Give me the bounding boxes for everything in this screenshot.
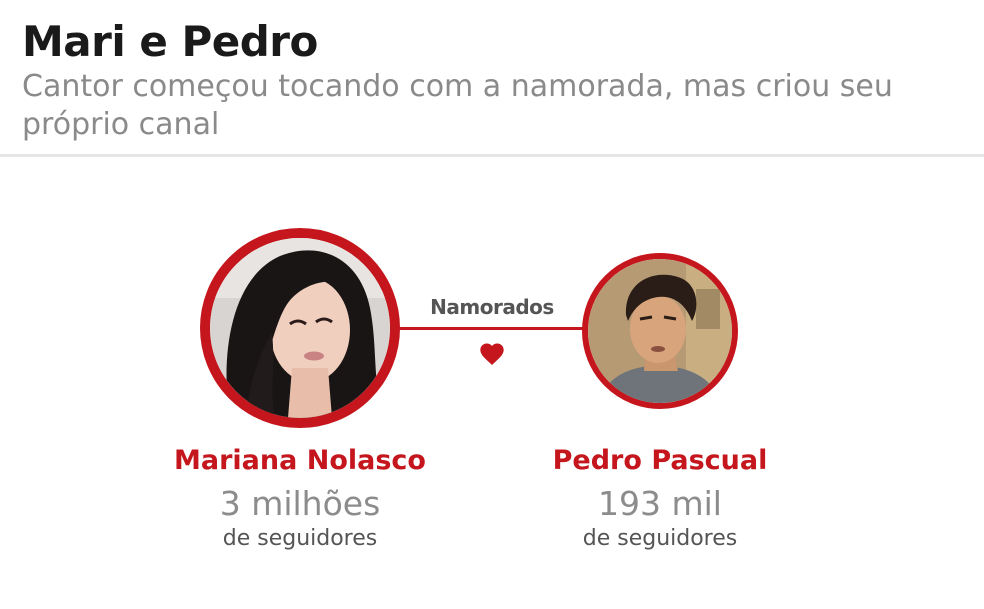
header: Mari e Pedro Cantor começou tocando com … <box>0 0 984 158</box>
woman-portrait-image <box>210 238 390 418</box>
relationship-label: Namorados <box>430 295 554 319</box>
mariana-avatar <box>200 228 400 428</box>
relationship-line <box>398 327 586 330</box>
mariana-followers-label: de seguidores <box>222 526 378 551</box>
mariana-name: Mariana Nolasco <box>174 445 426 476</box>
pedro-followers-label: de seguidores <box>582 526 738 551</box>
pedro-followers-count: 193 mil <box>598 484 722 523</box>
pedro-name: Pedro Pascual <box>552 445 768 476</box>
mariana-followers-count: 3 milhões <box>219 484 381 523</box>
heart-icon <box>480 343 504 365</box>
man-portrait-image <box>588 259 732 403</box>
pedro-avatar <box>582 253 738 409</box>
page-subtitle: Cantor começou tocando com a namorada, m… <box>22 69 893 142</box>
header-divider <box>0 154 984 157</box>
page-title: Mari e Pedro <box>22 17 318 66</box>
